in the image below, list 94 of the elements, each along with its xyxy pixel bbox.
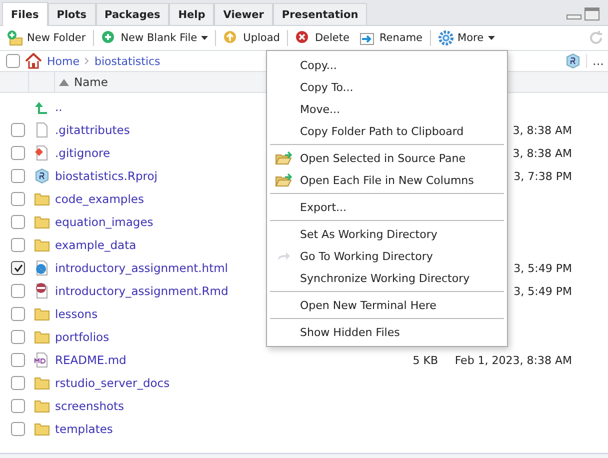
file-name-link[interactable]: example_data: [55, 238, 136, 252]
settings-icon: [438, 30, 454, 46]
folder-icon: [34, 374, 50, 390]
row-checkbox[interactable]: [11, 306, 25, 320]
row-checkbox[interactable]: [11, 122, 25, 136]
toolbar-button[interactable]: More: [434, 30, 498, 46]
folder-icon: [34, 306, 50, 322]
globe-file-icon: [34, 260, 50, 276]
menu-item[interactable]: Export...: [267, 196, 507, 218]
file-name-link[interactable]: code_examples: [55, 192, 144, 206]
refresh-icon[interactable]: [588, 30, 604, 46]
menu-item[interactable]: Go To Working Directory: [267, 245, 507, 267]
row-checkbox[interactable]: [11, 422, 25, 436]
tab[interactable]: Plots: [48, 3, 96, 25]
folder-icon: [34, 420, 50, 436]
menu-item[interactable]: Open New Terminal Here: [267, 294, 507, 316]
checkmark-icon: [14, 264, 22, 272]
row-checkbox[interactable]: [11, 214, 25, 228]
modified-date: 3, 8:38 AM: [512, 146, 572, 160]
file-name-link[interactable]: templates: [55, 422, 113, 436]
menu-item[interactable]: Move...: [267, 98, 507, 120]
row-checkbox[interactable]: [11, 376, 25, 390]
menu-item[interactable]: Open Each File in New Columns: [267, 169, 507, 191]
project-cube-icon[interactable]: [564, 53, 581, 69]
toolbar-button[interactable]: Upload: [220, 30, 283, 46]
file-name-link[interactable]: biostatistics.Rproj: [55, 168, 158, 182]
file-name-link[interactable]: ..: [55, 100, 62, 114]
breadcrumb-link[interactable]: biostatistics: [94, 54, 160, 68]
row-checkbox[interactable]: [11, 352, 25, 366]
file-name-link[interactable]: portfolios: [55, 330, 110, 344]
row-checkbox[interactable]: [11, 238, 25, 252]
modified-date: 3, 5:49 PM: [514, 262, 572, 274]
select-all-checkbox[interactable]: [6, 54, 20, 68]
row-checkbox[interactable]: [11, 284, 25, 298]
folder-icon: [34, 398, 50, 414]
plus-icon: [100, 30, 117, 46]
toolbar-button[interactable]: Delete: [292, 30, 352, 46]
git-file-icon: [34, 144, 50, 160]
file-name-link[interactable]: screenshots: [55, 398, 124, 412]
file-name-link[interactable]: rstudio_server_docs: [55, 376, 170, 390]
folder-icon: [34, 236, 50, 252]
modified-date: 3, 7:38 PM: [514, 170, 572, 182]
row-checkbox[interactable]: [11, 168, 25, 182]
folder-icon: [34, 190, 50, 206]
menu-item[interactable]: Open Selected in Source Pane: [267, 147, 507, 169]
more-options-button[interactable]: ...: [586, 54, 604, 68]
menu-item[interactable]: Synchronize Working Directory: [267, 267, 507, 289]
menu-item[interactable]: Copy Folder Path to Clipboard: [267, 120, 507, 142]
modified-date: 3, 8:38 AM: [512, 124, 572, 136]
toolbar-button[interactable]: New Folder: [4, 30, 89, 46]
project-cube-icon: [34, 168, 50, 184]
row-checkbox[interactable]: [11, 398, 25, 412]
folder-icon: [34, 328, 50, 344]
row-checkbox[interactable]: [11, 146, 25, 160]
modified-date: Feb 1, 2023, 8:38 AM: [454, 354, 572, 366]
pane-controls-icon[interactable]: [566, 7, 600, 21]
tab[interactable]: Files: [2, 2, 48, 26]
tab[interactable]: Packages: [96, 3, 170, 25]
file-name-link[interactable]: lessons: [55, 306, 98, 320]
menu-item[interactable]: Copy To...: [267, 76, 507, 98]
column-header[interactable]: Name: [74, 75, 108, 89]
modified-date: 3, 5:49 PM: [514, 284, 572, 298]
file-name-link[interactable]: introductory_assignment.Rmd: [55, 284, 228, 298]
markdown-file-icon: [34, 352, 50, 368]
folder-icon: [34, 214, 50, 230]
file-name-link[interactable]: .gitignore: [55, 146, 110, 160]
rmd-file-icon: [34, 282, 50, 298]
row-checkbox[interactable]: [11, 330, 25, 344]
tab[interactable]: Help: [169, 3, 214, 25]
arrow-icon: [276, 251, 290, 261]
tab[interactable]: Viewer: [214, 3, 273, 25]
file-icon: [34, 122, 50, 138]
rename-icon: [359, 30, 376, 46]
delete-icon: [294, 30, 311, 46]
toolbar-button[interactable]: Rename: [356, 30, 426, 46]
new-folder-icon: [7, 30, 23, 46]
chevron-icon: [84, 57, 90, 65]
sort-ascending-icon: [59, 78, 69, 86]
file-name-link[interactable]: .gitattributes: [55, 122, 130, 136]
tab[interactable]: Presentation: [272, 3, 368, 25]
open-folder-icon: [274, 173, 292, 187]
file-name-link[interactable]: introductory_assignment.html: [55, 260, 228, 274]
file-name-link[interactable]: README.md: [55, 352, 126, 366]
file-size: 5 KB: [412, 354, 438, 366]
file-name-link[interactable]: equation_images: [55, 214, 154, 228]
breadcrumb-link[interactable]: Home: [47, 54, 80, 68]
row-checkbox[interactable]: [11, 260, 25, 274]
open-folder-icon: [274, 151, 292, 165]
menu-item[interactable]: Show Hidden Files: [267, 321, 507, 343]
toolbar-button[interactable]: New Blank File: [98, 30, 212, 46]
menu-item[interactable]: Copy...: [267, 54, 507, 76]
menu-item[interactable]: Set As Working Directory: [267, 223, 507, 245]
row-checkbox[interactable]: [11, 192, 25, 206]
home-icon[interactable]: [25, 53, 42, 69]
